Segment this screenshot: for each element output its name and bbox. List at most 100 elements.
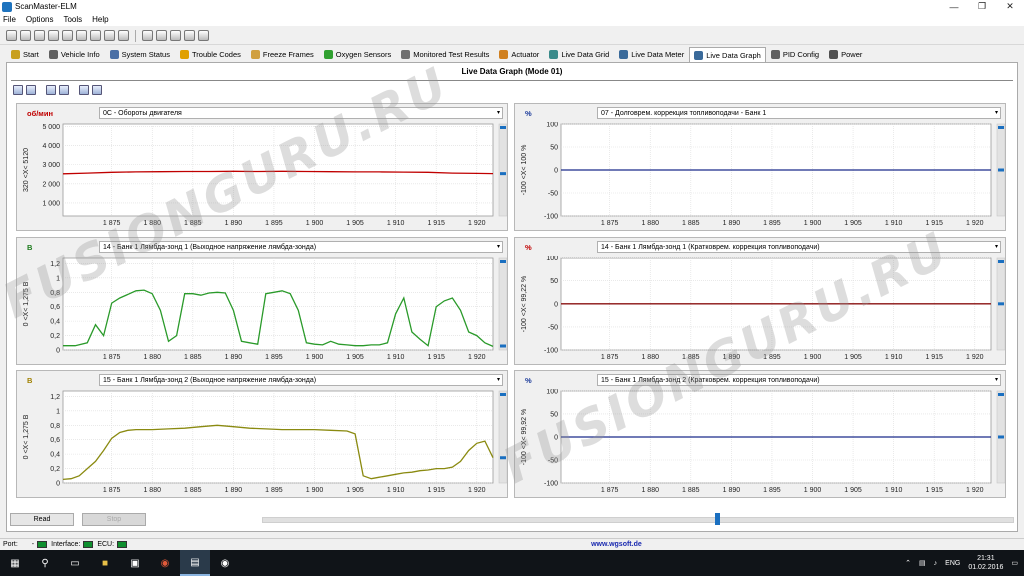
tab-live-data-meter[interactable]: Live Data Meter [614,47,689,62]
status-icon[interactable] [48,30,59,41]
open-folder-icon[interactable] [46,85,56,95]
y-tick-label: -50 [548,457,558,464]
terminal-icon[interactable] [156,30,167,41]
tab-monitored-test-results[interactable]: Monitored Test Results [396,47,494,62]
scale-max-handle[interactable] [500,126,506,129]
print-preview-icon[interactable] [92,85,102,95]
tab-trouble-codes[interactable]: Trouble Codes [175,47,246,62]
clock[interactable]: 21:31 01.02.2016 [968,554,1003,572]
graph-panel: % 15 - Банк 1 Лямбда-зонд 2 (Кратковрем. … [514,370,1006,498]
vehicle-icon[interactable] [34,30,45,41]
graph-unit: % [525,376,532,385]
interface-label: Interface: [51,541,81,548]
axis-range-label: -100 <X< 99,92 % [521,409,528,465]
chrome-icon[interactable]: ◉ [150,550,180,576]
read-button[interactable]: Read [10,513,74,526]
test-icon[interactable] [104,30,115,41]
chevron-down-icon[interactable]: ▾ [995,108,998,118]
start-icon[interactable]: ▦ [0,550,30,576]
axis-range-label: 0 <X< 1,275 В [23,281,30,326]
file-explorer-icon[interactable]: ■ [90,550,120,576]
menu-options[interactable]: Options [26,15,54,24]
tab-oxygen-sensors[interactable]: Oxygen Sensors [319,47,396,62]
app-taskbar-icon[interactable]: ◉ [210,550,240,576]
close-button[interactable]: ✕ [996,0,1024,13]
tab-live-data-graph[interactable]: Live Data Graph [689,47,766,62]
sensor-toolbar-icon[interactable] [90,30,101,41]
codes-icon[interactable] [62,30,73,41]
globe-icon[interactable] [198,30,209,41]
pid-select[interactable]: 15 - Банк 1 Лямбда-зонд 2 (Кратковрем. к… [597,374,1001,386]
y-tick-label: 100 [546,256,558,262]
x-tick-label: 1 895 [763,487,781,494]
gauge-icon [401,50,411,59]
scale-max-handle[interactable] [998,260,1004,263]
chevron-down-icon[interactable]: ▾ [995,242,998,252]
save-icon[interactable] [118,30,129,41]
graph-toolbar [13,85,102,95]
playback-slider-thumb[interactable] [715,513,720,525]
record-icon[interactable] [184,30,195,41]
scanmaster-taskbar-icon[interactable]: ▤ [180,550,210,576]
pid-select-value: 14 - Банк 1 Лямбда-зонд 1 (Выходное напр… [103,244,317,251]
scale-track[interactable] [498,257,507,351]
connect-icon[interactable] [6,30,17,41]
x-tick-label: 1 885 [682,220,700,227]
maximize-button[interactable]: ❐ [968,0,996,13]
save-disk-icon[interactable] [59,85,69,95]
chevron-down-icon[interactable]: ▾ [497,108,500,118]
tab-strip: Start Vehicle Info System Status Trouble Co… [6,47,867,62]
pid-select[interactable]: 14 - Банк 1 Лямбда-зонд 1 (Кратковрем. к… [597,241,1001,253]
chevron-down-icon[interactable]: ▾ [497,242,500,252]
remove-graph-icon[interactable] [26,85,36,95]
notifications-icon[interactable]: ▭ [1011,559,1018,567]
tray-arrow-icon[interactable]: ⌃ [905,559,911,567]
x-tick-label: 1 905 [346,220,364,227]
chevron-down-icon[interactable]: ▾ [995,375,998,385]
freeze-icon[interactable] [76,30,87,41]
scale-max-handle[interactable] [500,393,506,396]
network-icon[interactable]: ▤ [919,559,926,567]
search-icon[interactable]: ⚲ [30,550,60,576]
tab-pid-config[interactable]: PID Config [766,47,824,62]
stop-button[interactable]: Stop [82,513,146,526]
scale-max-handle[interactable] [998,393,1004,396]
pid-select[interactable]: 07 - Долговрем. коррекция топливоподачи … [597,107,1001,119]
pid-select[interactable]: 0C - Обороты двигателя ▾ [99,107,503,119]
scale-track[interactable] [498,123,507,217]
language-indicator[interactable]: ENG [945,560,960,567]
minimize-button[interactable]: — [940,0,968,13]
scale-max-handle[interactable] [500,260,506,263]
pid-select-value: 07 - Долговрем. коррекция топливоподачи … [601,110,767,117]
pid-select-value: 15 - Банк 1 Лямбда-зонд 2 (Выходное напр… [103,377,317,384]
scale-max-handle[interactable] [998,126,1004,129]
app-store-icon[interactable]: ▣ [120,550,150,576]
scale-track[interactable] [498,390,507,484]
battery-icon[interactable] [170,30,181,41]
disconnect-icon[interactable] [20,30,31,41]
chevron-down-icon[interactable]: ▾ [497,375,500,385]
menu-tools[interactable]: Tools [63,15,82,24]
website-link[interactable]: www.wgsoft.de [591,541,642,548]
playback-slider-track[interactable] [262,517,1014,523]
add-graph-icon[interactable] [13,85,23,95]
volume-icon[interactable]: ♪ [934,560,938,567]
pid-select[interactable]: 14 - Банк 1 Лямбда-зонд 1 (Выходное напр… [99,241,503,253]
tab-start[interactable]: Start [6,47,44,62]
print-icon[interactable] [79,85,89,95]
menu-help[interactable]: Help [92,15,108,24]
graph-panel: % 14 - Банк 1 Лямбда-зонд 1 (Кратковрем. … [514,237,1006,365]
snowflake-icon [250,50,260,59]
y-tick-label: 0 [56,348,60,355]
menu-file[interactable]: File [3,15,16,24]
tab-power[interactable]: Power [824,47,867,62]
x-tick-label: 1 900 [306,354,324,361]
tab-system-status[interactable]: System Status [105,47,175,62]
tab-freeze-frames[interactable]: Freeze Frames [246,47,319,62]
tab-vehicle-info[interactable]: Vehicle Info [44,47,105,62]
tab-actuator[interactable]: Actuator [494,47,544,62]
task-view-icon[interactable]: ▭ [60,550,90,576]
tab-live-data-grid[interactable]: Live Data Grid [544,47,614,62]
pid-select[interactable]: 15 - Банк 1 Лямбда-зонд 2 (Выходное напр… [99,374,503,386]
config-toolbar-icon[interactable] [142,30,153,41]
